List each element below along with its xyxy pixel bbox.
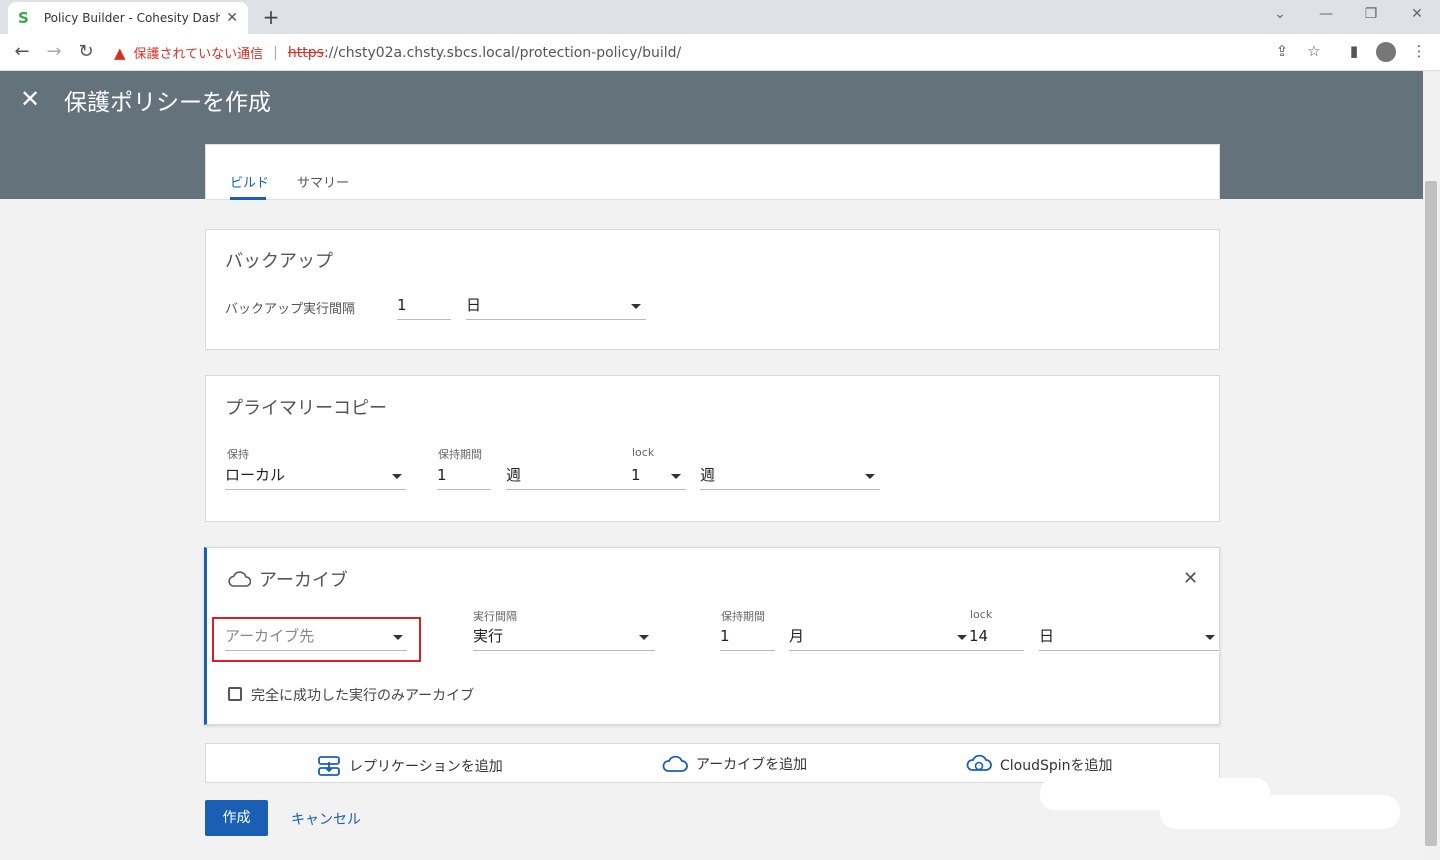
archive-period-input[interactable]: 1 <box>720 623 775 651</box>
backup-interval-unit-select[interactable]: 日 <box>466 292 646 320</box>
archive-lock-label: lock <box>970 608 993 621</box>
chevron-down-icon <box>671 474 681 479</box>
add-cloudspin-button[interactable]: CloudSpinを追加 <box>966 754 1113 776</box>
cloud-icon <box>662 755 688 772</box>
add-destination-bar: レプリケーションを追加 アーカイブを追加 CloudSpinを追加 <box>205 743 1220 783</box>
tab-close-icon[interactable]: ✕ <box>226 10 238 26</box>
lock-period-input[interactable]: 1 <box>631 462 686 490</box>
backup-interval-label: バックアップ実行間隔 <box>225 302 356 317</box>
chevron-down-icon <box>865 474 875 479</box>
retain-value: ローカル <box>225 466 286 484</box>
retention-period-input[interactable]: 1 <box>437 462 491 490</box>
lock-period-unit-select[interactable]: 週 <box>700 462 880 490</box>
browser-tab[interactable]: S Policy Builder - Cohesity Dashbo ✕ <box>8 2 248 34</box>
archive-interval-value: 実行 <box>473 627 504 645</box>
add-replication-button[interactable]: レプリケーションを追加 <box>317 754 503 778</box>
add-archive-button[interactable]: アーカイブを追加 <box>662 754 807 774</box>
profile-avatar[interactable] <box>1376 42 1396 62</box>
archive-period-unit-select[interactable]: 月 <box>789 623 969 651</box>
backup-title: バックアップ <box>225 251 333 272</box>
back-arrow-icon[interactable]: ← <box>10 40 34 64</box>
archive-interval-select[interactable]: 実行 <box>473 623 655 651</box>
primary-copy-title: プライマリーコピー <box>225 398 387 419</box>
close-icon[interactable]: ✕ <box>20 85 40 113</box>
archive-period-label: 保持期間 <box>721 610 765 623</box>
archive-title: アーカイブ <box>259 570 348 591</box>
archive-lock-unit-select[interactable]: 日 <box>1039 623 1219 651</box>
backup-interval-unit-value: 日 <box>466 296 482 314</box>
omnibox-divider: | <box>273 44 278 61</box>
archive-heading: アーカイブ <box>227 566 348 592</box>
archive-close-icon[interactable]: ✕ <box>1183 568 1198 589</box>
forward-arrow-icon[interactable]: → <box>42 40 66 64</box>
successful-only-checkbox[interactable] <box>228 687 242 701</box>
tab-summary[interactable]: サマリー <box>297 172 349 191</box>
chevron-down-icon <box>957 635 967 640</box>
lock-label: lock <box>632 446 655 459</box>
add-cloudspin-label: CloudSpinを追加 <box>1000 758 1113 774</box>
create-button[interactable]: 作成 <box>205 800 268 836</box>
reload-icon[interactable]: ↻ <box>74 40 98 64</box>
page-title: 保護ポリシーを作成 <box>64 90 271 116</box>
archive-card: アーカイブ ✕ アーカイブ先 実行間隔 実行 保持期間 1 月 lock 14 … <box>204 547 1220 725</box>
redaction-blot <box>1160 795 1400 829</box>
archive-interval-label: 実行間隔 <box>473 610 517 623</box>
warning-triangle-icon: ▲ <box>114 43 126 62</box>
scrollbar-thumb[interactable] <box>1425 181 1437 846</box>
tab-build[interactable]: ビルド <box>230 172 269 191</box>
browser-toolbar: ← → ↻ ▲ 保護されていない通信 | https ://chsty02a.c… <box>0 34 1440 71</box>
successful-only-label[interactable]: 完全に成功した実行のみアーカイブ <box>251 685 474 705</box>
chevron-down-icon <box>631 304 641 309</box>
backup-interval-input[interactable]: 1 <box>397 292 451 320</box>
lock-period-unit-value: 週 <box>700 466 716 484</box>
restore-button[interactable]: ❐ <box>1361 6 1381 22</box>
tabs-card: ビルド サマリー <box>205 144 1220 200</box>
archive-lock-input[interactable]: 14 <box>969 623 1024 651</box>
cohesity-favicon-icon: S <box>18 9 29 27</box>
cloud-icon <box>228 571 251 587</box>
retention-period-label: 保持期間 <box>438 448 482 461</box>
page-scrollbar[interactable] <box>1423 71 1440 860</box>
replication-icon <box>318 756 340 776</box>
chevron-down-icon <box>1205 635 1215 640</box>
retention-period-unit-value: 週 <box>506 466 522 484</box>
tab-search-icon[interactable]: ⌄ <box>1270 6 1290 22</box>
archive-period-unit-value: 月 <box>789 627 805 645</box>
share-icon[interactable]: ⇪ <box>1272 42 1292 60</box>
bookmark-star-icon[interactable]: ☆ <box>1304 42 1324 60</box>
window-close-button[interactable]: ✕ <box>1407 6 1427 22</box>
browser-tab-title: Policy Builder - Cohesity Dashbo <box>43 11 221 25</box>
retain-select[interactable]: ローカル <box>225 462 406 490</box>
lock-period-value: 1 <box>631 466 641 484</box>
retain-label: 保持 <box>227 448 249 461</box>
backup-card: バックアップ バックアップ実行間隔 1 日 <box>205 229 1220 350</box>
menu-kebab-icon[interactable]: ⋮ <box>1409 42 1429 60</box>
url-text: ://chsty02a.chsty.sbcs.local/protection-… <box>323 44 682 61</box>
new-tab-button[interactable]: + <box>259 5 283 29</box>
primary-copy-card: プライマリーコピー 保持 ローカル 保持期間 1 週 lock 1 週 <box>205 375 1220 522</box>
add-archive-label: アーカイブを追加 <box>696 757 808 773</box>
url-scheme: https <box>287 44 324 61</box>
address-bar[interactable]: ▲ 保護されていない通信 | https ://chsty02a.chsty.s… <box>108 38 1332 67</box>
highlight-box <box>212 617 421 662</box>
active-tab-indicator <box>230 197 266 200</box>
cloudspin-icon <box>966 754 992 771</box>
browser-tab-strip: S Policy Builder - Cohesity Dashbo ✕ + ⌄… <box>0 0 1440 34</box>
archive-lock-unit-value: 日 <box>1039 627 1055 645</box>
side-panel-icon[interactable]: ▮ <box>1344 42 1364 60</box>
security-warning[interactable]: 保護されていない通信 <box>134 43 264 62</box>
minimize-button[interactable]: — <box>1316 6 1336 22</box>
cancel-button[interactable]: キャンセル <box>291 809 361 829</box>
chevron-down-icon <box>392 474 402 479</box>
chevron-down-icon <box>639 635 649 640</box>
add-replication-label: レプリケーションを追加 <box>349 759 503 775</box>
